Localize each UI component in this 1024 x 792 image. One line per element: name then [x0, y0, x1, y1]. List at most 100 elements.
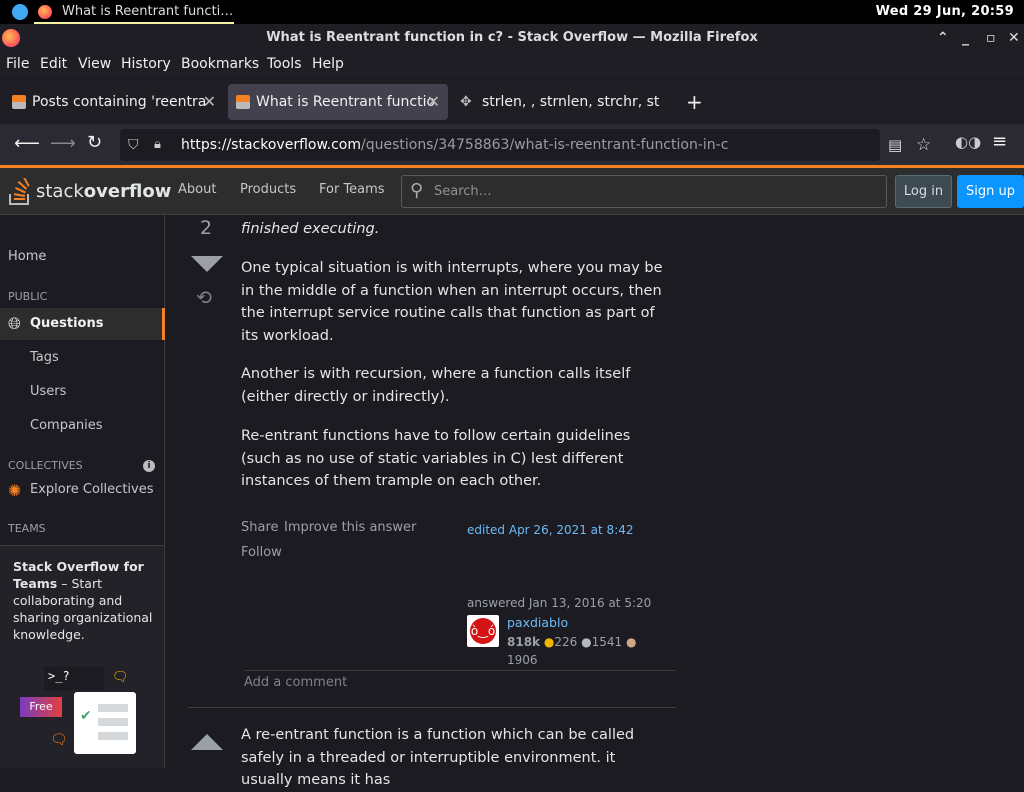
add-comment-link[interactable]: Add a comment: [244, 675, 347, 690]
nav-for-teams[interactable]: For Teams: [319, 182, 385, 197]
history-icon[interactable]: ⟲: [196, 287, 212, 309]
answered-timestamp: answered Jan 13, 2016 at 5:20: [467, 596, 652, 610]
vote-count: 2: [200, 217, 213, 239]
tab-strlen[interactable]: ✥ strlen, , strnlen, strchr, st: [452, 84, 674, 120]
info-icon[interactable]: i: [143, 460, 155, 472]
lock-icon[interactable]: 🔒︎: [154, 129, 161, 161]
system-bar: What is Reentrant functi… Wed 29 Jun, 20…: [0, 0, 1024, 24]
app-menu-icon[interactable]: [12, 4, 28, 20]
menu-bookmarks[interactable]: Bookmarks: [181, 56, 259, 72]
menu-bar: File Edit View History Bookmarks Tools H…: [0, 52, 1024, 78]
tab-reentrant-function[interactable]: What is Reentrant functio ✕: [228, 84, 448, 120]
chat-bubble-icon: 🗨︎: [50, 732, 68, 748]
tracking-shield-icon[interactable]: ⛉: [128, 129, 139, 161]
hamburger-menu-icon[interactable]: ≡: [992, 131, 1007, 152]
sidebar-item-explore-collectives[interactable]: Explore Collectives: [30, 482, 154, 497]
tab-close-icon[interactable]: ✕: [427, 84, 440, 120]
user-link[interactable]: paxdiablo: [507, 615, 568, 630]
nav-products[interactable]: Products: [240, 182, 296, 197]
menu-tools[interactable]: Tools: [267, 56, 302, 72]
maximize-button[interactable]: ▫: [986, 24, 996, 52]
taskbar-window-title: What is Reentrant functi…: [62, 4, 234, 19]
new-tab-button[interactable]: +: [686, 90, 703, 114]
left-sidebar: Home PUBLIC 🌐︎ Questions Tags Users Comp…: [0, 215, 165, 768]
menu-edit[interactable]: Edit: [40, 56, 67, 72]
menu-history[interactable]: History: [121, 56, 171, 72]
chat-bubble-icon: 🗨︎: [112, 670, 129, 685]
signup-button[interactable]: Sign up: [957, 175, 1024, 208]
back-icon[interactable]: ⟵: [14, 133, 40, 154]
main-content: 2 ⟲ finished executing. One typical situ…: [166, 215, 1024, 788]
answer-paragraph: Another is with recursion, where a funct…: [241, 366, 631, 405]
gold-badge-icon: ●: [543, 635, 555, 649]
silver-badge-count: 1541: [591, 635, 623, 649]
improve-answer-link[interactable]: Improve this answer: [284, 520, 416, 535]
sidebar-item-tags[interactable]: Tags: [30, 350, 59, 365]
sidebar-heading-teams: TEAMS: [8, 522, 46, 535]
stack-logo-icon: [9, 178, 30, 205]
avatar[interactable]: ò‿ó: [467, 615, 499, 647]
downvote-button[interactable]: [190, 255, 224, 273]
bookmark-star-icon[interactable]: ☆: [916, 129, 931, 161]
sidebar-item-companies[interactable]: Companies: [30, 418, 103, 433]
clock: Wed 29 Jun, 20:59: [875, 4, 1014, 19]
answer-paragraph: Re-entrant functions have to follow cert…: [241, 428, 631, 489]
tab-bar: Posts containing 'reentra ✕ What is Reen…: [0, 80, 1024, 124]
extension-icon[interactable]: ◐◑: [955, 133, 981, 151]
login-button[interactable]: Log in: [895, 175, 952, 208]
globe-icon: 🌐︎: [8, 314, 21, 333]
search-icon: ⚲: [410, 180, 424, 201]
reload-icon[interactable]: ↻: [87, 132, 102, 153]
firefox-icon: [38, 5, 52, 19]
share-link[interactable]: Share: [241, 520, 279, 535]
minimize-button[interactable]: _: [962, 24, 969, 52]
gold-badge-count: 226: [554, 635, 578, 649]
sidebar-item-home[interactable]: Home: [8, 249, 46, 264]
menu-file[interactable]: File: [6, 56, 29, 72]
nav-about[interactable]: About: [178, 182, 216, 197]
minimize-icon[interactable]: ⌃: [937, 24, 949, 52]
reputation-score: 818k: [507, 635, 541, 649]
stackoverflow-favicon: [12, 95, 26, 109]
tab-posts-reentrant[interactable]: Posts containing 'reentra ✕: [2, 84, 224, 120]
menu-view[interactable]: View: [78, 56, 111, 72]
taskbar-window[interactable]: What is Reentrant functi…: [34, 0, 234, 24]
terminal-illustration: >_?: [44, 666, 104, 690]
window-title: What is Reentrant function in c? - Stack…: [266, 30, 758, 45]
comment-divider: [244, 670, 676, 671]
page-favicon: ✥: [460, 94, 472, 110]
firefox-icon: [2, 29, 20, 47]
devil-avatar-icon: ò‿ó: [470, 618, 496, 644]
forward-icon[interactable]: ⟶: [50, 133, 76, 154]
upvote-button[interactable]: [190, 733, 224, 751]
teams-promo-text: Stack Overflow for Teams – Start collabo…: [13, 559, 153, 642]
sidebar-heading-public: PUBLIC: [8, 290, 48, 303]
sidebar-item-users[interactable]: Users: [30, 384, 66, 399]
next-answer-text: A re-entrant function is a function whic…: [241, 727, 635, 788]
edited-timestamp[interactable]: edited Apr 26, 2021 at 8:42: [467, 523, 634, 537]
checklist-illustration: ✔: [74, 692, 136, 754]
stackoverflow-logo[interactable]: stackoverflow: [8, 176, 171, 206]
url-text[interactable]: https://stackoverflow.com/questions/3475…: [181, 129, 728, 161]
search-input[interactable]: ⚲ Search…: [401, 175, 887, 208]
bronze-badge-count: 1906: [507, 653, 538, 667]
follow-link[interactable]: Follow: [241, 545, 282, 560]
navigation-bar: ⟵ ⟶ ↻ ⛉ 🔒︎ https://stackoverflow.com/que…: [0, 124, 1024, 166]
menu-help[interactable]: Help: [312, 56, 344, 72]
silver-badge-icon: ●: [581, 635, 592, 649]
sidebar-heading-collectives: COLLECTIVES: [8, 459, 83, 472]
tab-close-icon[interactable]: ✕: [203, 84, 216, 120]
stackoverflow-favicon: [236, 95, 250, 109]
so-header: stackoverflow About Products For Teams ⚲…: [0, 168, 1024, 215]
answer-divider: [188, 707, 676, 708]
answer-text-end: finished executing.: [241, 221, 380, 237]
reader-view-icon[interactable]: ▤: [888, 129, 902, 161]
window-titlebar: What is Reentrant function in c? - Stack…: [0, 24, 1024, 52]
bronze-badge-icon: ●: [625, 635, 637, 649]
sidebar-item-questions[interactable]: 🌐︎ Questions: [0, 308, 165, 340]
answer-paragraph: One typical situation is with interrupts…: [241, 260, 663, 344]
close-button[interactable]: ✕: [1008, 24, 1020, 52]
url-bar[interactable]: ⛉ 🔒︎ https://stackoverflow.com/questions…: [120, 129, 931, 161]
free-badge: Free: [20, 697, 62, 717]
checkmark-icon: ✔: [80, 708, 92, 724]
